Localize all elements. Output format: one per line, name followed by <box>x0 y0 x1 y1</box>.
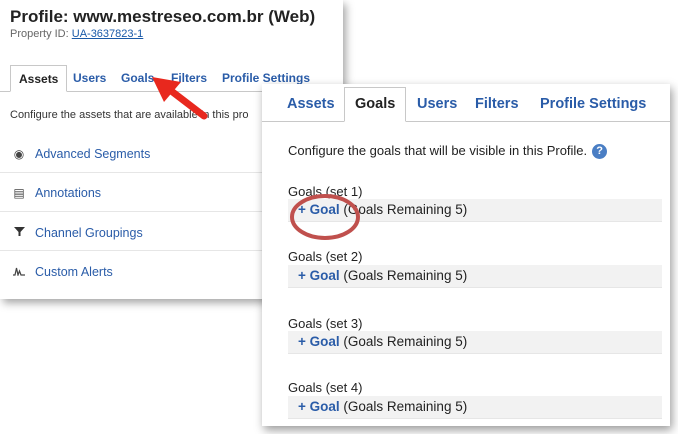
front-description: Configure the goals that will be visible… <box>288 143 608 160</box>
menu-item-label: Advanced Segments <box>35 147 151 161</box>
back-tab-users[interactable]: Users <box>73 65 106 91</box>
add-goal-link[interactable]: + Goal <box>298 268 340 283</box>
goal-set-label: Goals (set 3) <box>288 316 363 331</box>
goal-row: + Goal (Goals Remaining 5) <box>288 331 662 354</box>
front-tab-assets[interactable]: Assets <box>287 94 335 114</box>
profile-title: Profile: www.mestreseo.com.br (Web) <box>10 7 316 26</box>
goal-row: + Goal (Goals Remaining 5) <box>288 265 662 288</box>
menu-item-label: Annotations <box>35 186 102 200</box>
add-goal-link[interactable]: + Goal <box>298 399 340 414</box>
menu-item-custom-alerts[interactable]: Custom Alerts <box>12 262 113 282</box>
goals-remaining: (Goals Remaining 5) <box>343 334 468 349</box>
help-icon[interactable]: ? <box>592 144 608 160</box>
goal-set-label: Goals (set 4) <box>288 380 363 395</box>
front-tab-filters[interactable]: Filters <box>475 94 519 114</box>
front-tab-bar: Assets Goals Users Filters Profile Setti… <box>262 84 670 122</box>
arrow-shaft <box>166 86 208 120</box>
property-id-label: Property ID: <box>10 28 69 40</box>
filter-icon <box>12 223 26 243</box>
back-description: Configure the assets that are available … <box>10 109 249 121</box>
menu-item-label: Channel Groupings <box>35 226 143 240</box>
red-arrow-annotation <box>152 77 208 120</box>
menu-item-advanced-segments[interactable]: ◉ Advanced Segments <box>12 144 151 164</box>
goal-row: + Goal (Goals Remaining 5) <box>288 396 662 419</box>
goals-description-text: Configure the goals that will be visible… <box>288 143 588 158</box>
highlight-circle-annotation <box>290 194 360 240</box>
property-id-row: Property ID: UA-3637823-1 <box>10 28 143 40</box>
segments-icon: ◉ <box>13 147 25 161</box>
goal-set-label: Goals (set 2) <box>288 249 363 264</box>
alerts-icon <box>12 262 26 282</box>
menu-item-label: Custom Alerts <box>35 265 113 279</box>
front-goals-panel: Assets Goals Users Filters Profile Setti… <box>262 84 670 426</box>
menu-item-channel-groupings[interactable]: Channel Groupings <box>12 223 143 243</box>
goals-remaining: (Goals Remaining 5) <box>343 268 468 283</box>
back-tab-assets[interactable]: Assets <box>10 65 68 92</box>
menu-item-annotations[interactable]: ▤ Annotations <box>12 183 101 203</box>
annotations-icon: ▤ <box>13 186 25 200</box>
property-id-link[interactable]: UA-3637823-1 <box>72 28 144 40</box>
goals-remaining: (Goals Remaining 5) <box>343 399 468 414</box>
front-tab-users[interactable]: Users <box>417 94 457 114</box>
add-goal-link[interactable]: + Goal <box>298 334 340 349</box>
front-tab-goals[interactable]: Goals <box>344 87 407 122</box>
front-tab-profile-settings[interactable]: Profile Settings <box>540 94 646 114</box>
